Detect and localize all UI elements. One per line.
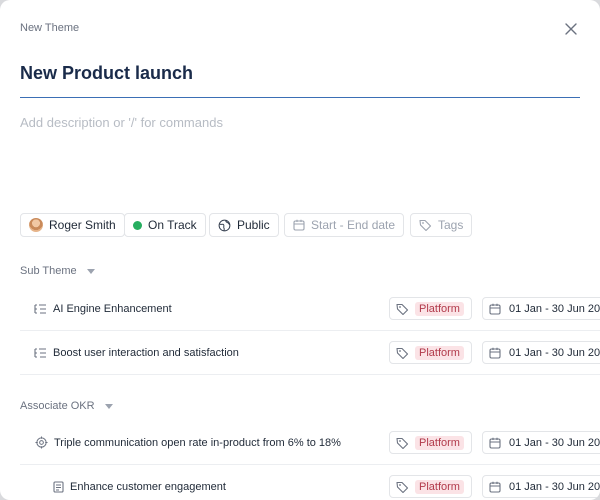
calendar-icon [489,303,501,315]
status-chip[interactable]: On Track [124,213,206,237]
date-pill[interactable]: 01 Jan - 30 Jun 2025 [482,297,600,320]
globe-icon [218,219,231,231]
okr-title: Enhance customer engagement [70,480,226,493]
tags-label: Tags [438,218,464,232]
date-range-chip[interactable]: Start - End date [284,213,405,237]
tag-pill[interactable]: Platform [389,297,472,320]
close-icon [565,23,577,35]
okr-row[interactable]: Triple communication open rate in-produc… [20,421,600,465]
sub-theme-title: Boost user interaction and satisfaction [53,346,239,359]
document-icon [53,480,64,493]
tag-icon [419,219,432,231]
calendar-icon [293,219,305,231]
tag-pill[interactable]: Platform [389,341,472,364]
tags-chip[interactable]: Tags [410,213,473,237]
okr-title: Triple communication open rate in-produc… [54,436,341,449]
description-input[interactable]: Add description or '/' for commands [20,115,223,130]
date-pill[interactable]: 01 Jan - 30 Jun 2025 [482,341,600,364]
tag-label: Platform [415,345,464,360]
date-range-text: 01 Jan - 30 Jun 2025 [509,480,600,493]
tag-pill[interactable]: Platform [389,475,472,498]
tag-label: Platform [415,435,464,450]
owner-name: Roger Smith [49,218,116,232]
avatar [29,218,43,232]
sub-theme-row[interactable]: AI Engine Enhancement Platform 01 Jan - … [20,287,600,331]
chevron-down-icon [104,403,113,409]
date-range-text: 01 Jan - 30 Jun 2025 [509,302,600,315]
visibility-chip[interactable]: Public [209,213,279,237]
date-pill[interactable]: 01 Jan - 30 Jun 2025 [482,431,600,454]
status-label: On Track [148,218,197,232]
associate-okr-section-toggle[interactable]: Associate OKR [20,400,113,412]
calendar-icon [489,437,501,449]
target-icon [35,436,48,449]
calendar-icon [489,347,501,359]
theme-title-input[interactable]: New Product launch [20,63,193,84]
owner-chip[interactable]: Roger Smith [20,213,125,237]
modal-header-label: New Theme [20,22,80,34]
title-underline [20,97,580,98]
tag-icon [396,347,409,359]
tag-icon [396,303,409,315]
associate-okr-heading: Associate OKR [20,400,95,412]
status-dot-icon [133,220,142,230]
sub-theme-heading: Sub Theme [20,265,77,277]
new-theme-modal: New Theme New Product launch Add descrip… [0,0,600,500]
close-button[interactable] [561,19,581,39]
okr-row[interactable]: Enhance customer engagement Platform 01 … [20,465,600,500]
tag-label: Platform [415,301,464,316]
calendar-icon [489,481,501,493]
sub-theme-row[interactable]: Boost user interaction and satisfaction … [20,331,600,375]
tag-label: Platform [415,479,464,494]
tag-icon [396,437,409,449]
date-pill[interactable]: 01 Jan - 30 Jun 2025 [482,475,600,498]
chevron-down-icon [86,268,95,274]
date-range-text: 01 Jan - 30 Jun 2025 [509,436,600,449]
date-range-label: Start - End date [311,218,396,232]
list-tree-icon [34,303,46,314]
visibility-label: Public [237,218,270,232]
list-tree-icon [34,347,46,358]
date-range-text: 01 Jan - 30 Jun 2025 [509,346,600,359]
tag-pill[interactable]: Platform [389,431,472,454]
sub-theme-title: AI Engine Enhancement [53,302,172,315]
tag-icon [396,481,409,493]
sub-theme-section-toggle[interactable]: Sub Theme [20,265,95,277]
